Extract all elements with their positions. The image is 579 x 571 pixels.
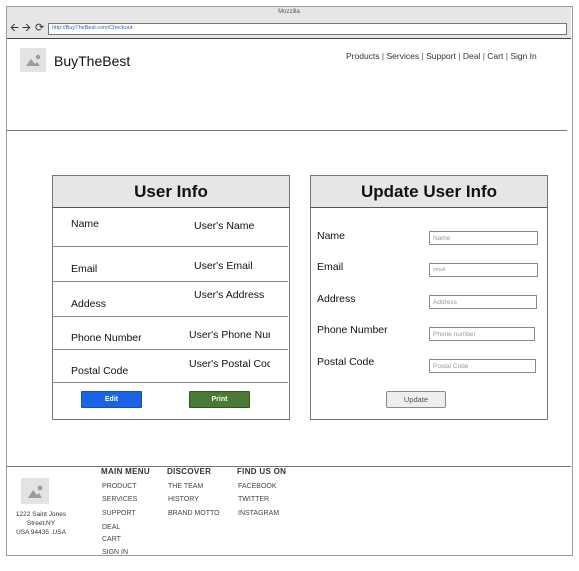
nav-link-cart[interactable]: Cart [487, 51, 503, 61]
user-info-address-label: Addess [71, 298, 107, 310]
footer-heading-discover: DISCOVER [167, 467, 212, 476]
footer-link-facebook[interactable]: FACEBOOK [238, 483, 277, 490]
row-divider [53, 316, 288, 317]
update-name-label: Name [317, 230, 346, 242]
user-info-email-value: User's Email [194, 260, 253, 272]
user-info-title: User Info [53, 176, 289, 208]
window-title: Mozzilla [278, 9, 300, 15]
update-user-info-title: Update User Info [311, 176, 547, 208]
footer-link-the-team[interactable]: THE TEAM [168, 483, 203, 490]
footer-heading-main-menu: MAIN MENU [101, 467, 150, 476]
user-info-email-label: Email [71, 263, 98, 275]
logo-image-icon [20, 48, 46, 72]
footer-logo-image-icon [21, 478, 49, 504]
update-name-input[interactable]: Name [429, 231, 538, 245]
nav-link-services[interactable]: Services [387, 51, 420, 61]
footer-divider [7, 466, 571, 467]
footer-link-brand-motto[interactable]: BRAND MOTTO [168, 510, 220, 517]
update-postal-input[interactable]: Postal Code [429, 359, 536, 373]
user-info-phone-label: Phone Number [71, 332, 142, 344]
address-line: USA 94435 .USA [16, 529, 66, 536]
user-info-postal-value: User's Postal Code [189, 358, 270, 370]
user-info-phone-value: User's Phone Number [189, 329, 270, 341]
footer-link-services[interactable]: SERVICES [102, 496, 137, 503]
nav-link-support[interactable]: Support [426, 51, 456, 61]
nav-separator: | [458, 51, 461, 61]
nav-separator: | [505, 51, 508, 61]
nav-link-products[interactable]: Products [346, 51, 380, 61]
footer-link-instagram[interactable]: INSTAGRAM [238, 510, 279, 517]
print-button[interactable]: Print [189, 391, 250, 408]
footer-link-twitter[interactable]: TWITTER [238, 496, 269, 503]
nav-separator: | [482, 51, 485, 61]
row-divider [53, 382, 288, 383]
update-address-label: Address [317, 293, 356, 305]
update-phone-input[interactable]: Phone number [429, 327, 535, 341]
url-text: http://BuyTheBest.com/Checkout [52, 25, 133, 31]
user-info-name-value: User's Name [194, 220, 255, 232]
footer-link-product[interactable]: PRODUCT [102, 483, 137, 490]
footer-address: 1222 Saint Jones Street,NY USA 94435 .US… [6, 510, 76, 537]
nav-link-deal[interactable]: Deal [463, 51, 480, 61]
update-email-input[interactable]: email [429, 263, 538, 277]
footer-link-support[interactable]: SUPPORT [102, 510, 136, 517]
row-divider [53, 349, 288, 350]
nav-separator: | [381, 51, 385, 61]
nav-link-sign-in[interactable]: Sign In [510, 51, 536, 61]
update-address-input[interactable]: Address [429, 295, 537, 309]
back-arrow-icon[interactable]: 🡨 [10, 22, 19, 34]
footer-link-sign-in[interactable]: SIGN IN [102, 549, 128, 556]
nav-separator: | [421, 51, 424, 61]
row-divider [53, 281, 288, 282]
reload-icon[interactable]: ⟳ [35, 22, 44, 34]
edit-button[interactable]: Edit [81, 391, 142, 408]
update-button[interactable]: Update [386, 391, 446, 408]
header-divider [7, 130, 567, 131]
user-info-name-label: Name [71, 218, 100, 230]
user-info-postal-label: Postal Code [71, 365, 129, 377]
update-postal-label: Postal Code [317, 356, 375, 368]
footer-link-cart[interactable]: CART [102, 536, 121, 543]
address-line: 1222 Saint Jones [15, 511, 67, 518]
user-info-address-value: User's Address [194, 289, 265, 301]
footer-link-history[interactable]: HISTORY [168, 496, 199, 503]
footer-heading-find-us-on: FIND US ON [237, 467, 287, 476]
row-divider [53, 246, 288, 247]
brand-name: BuyTheBest [54, 53, 131, 69]
update-phone-label: Phone Number [317, 324, 388, 336]
forward-arrow-icon[interactable]: 🡪 [22, 22, 31, 34]
top-navigation: Products | Services | Support | Deal | C… [346, 51, 537, 61]
footer-link-deal[interactable]: DEAL [102, 524, 120, 531]
update-email-label: Email [317, 261, 344, 273]
address-line: Street,NY [26, 520, 56, 527]
